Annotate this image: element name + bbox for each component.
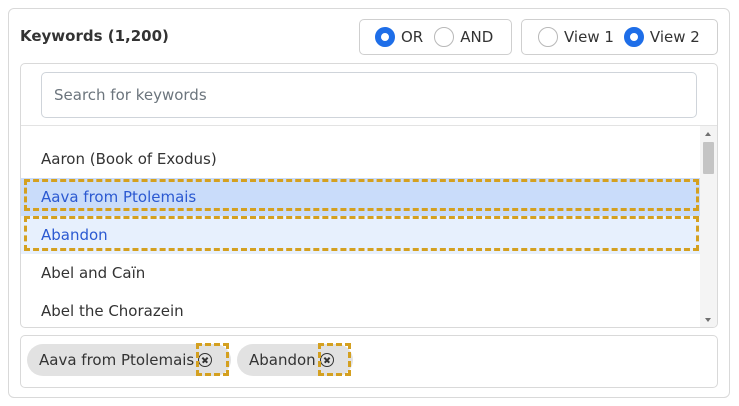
view2-radio-label: View 2 xyxy=(649,28,700,46)
view2-radio[interactable]: View 2 xyxy=(623,27,700,47)
or-radio-label: OR xyxy=(401,28,424,46)
and-radio-label: AND xyxy=(460,28,494,46)
remove-tag-icon[interactable] xyxy=(319,353,334,367)
or-radio[interactable]: OR xyxy=(375,27,423,47)
list-item[interactable]: Abel and Caïn xyxy=(21,254,702,292)
and-radio-dot[interactable] xyxy=(434,27,455,47)
list-scrollbar[interactable] xyxy=(700,126,717,327)
tag-chip: Abandon xyxy=(237,344,353,376)
scroll-down-icon[interactable] xyxy=(705,318,711,322)
logic-toggle: OR AND xyxy=(359,19,512,55)
view1-radio-dot[interactable] xyxy=(538,27,558,47)
panel-title: Keywords (1,200) xyxy=(20,27,169,45)
view1-radio-label: View 1 xyxy=(564,28,614,46)
scroll-thumb[interactable] xyxy=(703,142,714,174)
search-area xyxy=(21,64,717,126)
list-item-selected[interactable]: Aava from Ptolemais xyxy=(21,178,702,216)
list-item[interactable]: Aaron (Book of Exodus) xyxy=(21,140,702,178)
remove-tag-icon[interactable] xyxy=(198,353,213,367)
keyword-listbox: Aaron (Book of Exodus) Aava from Ptolema… xyxy=(20,63,718,328)
keyword-list: Aaron (Book of Exodus) Aava from Ptolema… xyxy=(21,140,702,327)
scroll-up-icon[interactable] xyxy=(705,132,711,136)
tag-chip: Aava from Ptolemais xyxy=(27,344,231,376)
search-input[interactable] xyxy=(41,72,697,118)
view1-radio[interactable]: View 1 xyxy=(538,27,614,47)
view2-radio-dot[interactable] xyxy=(623,27,644,47)
tag-chip-label: Aava from Ptolemais xyxy=(39,351,195,369)
tag-chip-label: Abandon xyxy=(249,351,316,369)
and-radio[interactable]: AND xyxy=(434,27,493,47)
view-toggle: View 1 View 2 xyxy=(521,19,718,55)
or-radio-dot[interactable] xyxy=(375,27,395,47)
selected-tags-box: Aava from Ptolemais Abandon xyxy=(20,335,718,388)
list-item-selected[interactable]: Abandon xyxy=(21,216,702,254)
list-item[interactable]: Abel the Chorazein xyxy=(21,292,702,327)
